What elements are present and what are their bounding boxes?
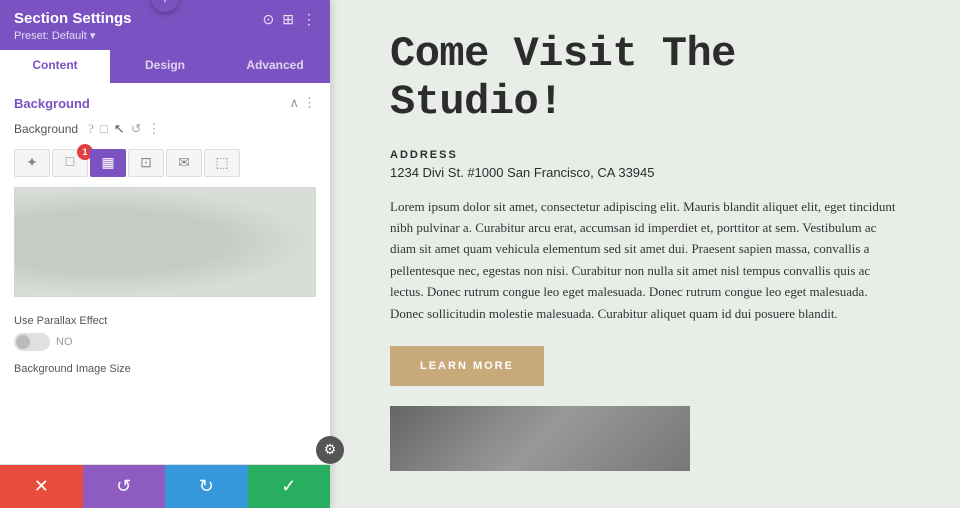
parallax-toggle-row: Use Parallax Effect NO — [0, 307, 330, 359]
bg-image-size-label: Background Image Size — [0, 359, 330, 377]
cancel-icon: ✕ — [34, 476, 49, 497]
settings-panel: + Section Settings Preset: Default ▾ ⊙ ⊞… — [0, 0, 330, 508]
tab-content[interactable]: Content — [0, 50, 110, 83]
toggle-track[interactable] — [14, 333, 50, 351]
panel-title: Section Settings — [14, 10, 132, 27]
tab-advanced[interactable]: Advanced — [220, 50, 330, 83]
bg-type-color[interactable]: ✦ — [14, 149, 50, 177]
address-label: ADDRESS — [390, 149, 900, 161]
background-row-label: Background — [14, 122, 78, 136]
gear-icon: ⚙ — [324, 442, 337, 459]
undo-icon: ↺ — [116, 476, 131, 497]
page-title: Come Visit The Studio! — [390, 30, 900, 127]
bg-more-icon[interactable]: ⋮ — [148, 121, 161, 137]
confirm-icon: ✓ — [281, 476, 296, 497]
gear-button[interactable]: ⚙ — [316, 436, 344, 464]
tab-design[interactable]: Design — [110, 50, 220, 83]
redo-button[interactable]: ↻ — [165, 465, 248, 508]
background-section-label: Background — [14, 96, 90, 111]
learn-more-button[interactable]: LEARN MORE — [390, 346, 544, 386]
grid-icon[interactable]: ⊞ — [282, 12, 294, 29]
toggle-text: NO — [56, 336, 73, 348]
bg-type-pattern[interactable]: ⊡ — [128, 149, 164, 177]
help-icon[interactable]: ? — [88, 121, 94, 137]
panel-header-icons: ⊙ ⊞ ⋮ — [263, 12, 316, 29]
panel-preset[interactable]: Preset: Default ▾ — [14, 29, 132, 42]
copy-icon[interactable]: □ — [100, 121, 108, 137]
bg-type-image[interactable]: ▦ — [90, 149, 126, 177]
parallax-switch[interactable]: NO — [14, 333, 316, 351]
bottom-image-inner — [390, 406, 690, 471]
background-preview-inner — [15, 188, 315, 296]
bg-type-mask[interactable]: ⬚ — [204, 149, 240, 177]
parallax-label: Use Parallax Effect — [14, 315, 316, 327]
redo-icon: ↻ — [199, 476, 214, 497]
section-more-icon[interactable]: ⋮ — [303, 95, 316, 111]
body-text: Lorem ipsum dolor sit amet, consectetur … — [390, 196, 900, 325]
background-preview — [14, 187, 316, 297]
panel-footer: ✕ ↺ ↻ ✓ — [0, 464, 330, 508]
collapse-icon[interactable]: ∧ — [289, 95, 299, 111]
view-icon[interactable]: ⊙ — [263, 12, 275, 29]
bg-type-buttons: ✦ □ 1 ▦ ⊡ ✉ ⬚ — [0, 145, 330, 187]
reset-icon[interactable]: ↺ — [131, 121, 142, 137]
address-value: 1234 Divi St. #1000 San Francisco, CA 33… — [390, 165, 900, 180]
confirm-button[interactable]: ✓ — [248, 465, 331, 508]
panel-body: Background ∧ ⋮ Background ? □ ↖ ↺ ⋮ ✦ □ … — [0, 83, 330, 464]
bg-type-gradient[interactable]: □ 1 — [52, 149, 88, 177]
toggle-thumb — [16, 335, 30, 349]
content-area: Come Visit The Studio! ADDRESS 1234 Divi… — [330, 0, 960, 508]
more-options-icon[interactable]: ⋮ — [302, 12, 316, 29]
background-section-header: Background ∧ ⋮ — [0, 83, 330, 117]
cancel-button[interactable]: ✕ — [0, 465, 83, 508]
bg-type-video[interactable]: ✉ — [166, 149, 202, 177]
undo-button[interactable]: ↺ — [83, 465, 166, 508]
panel-tabs: Content Design Advanced — [0, 50, 330, 83]
background-row: Background ? □ ↖ ↺ ⋮ — [0, 117, 330, 145]
bottom-image — [390, 406, 690, 471]
link-icon[interactable]: ↖ — [114, 121, 125, 137]
